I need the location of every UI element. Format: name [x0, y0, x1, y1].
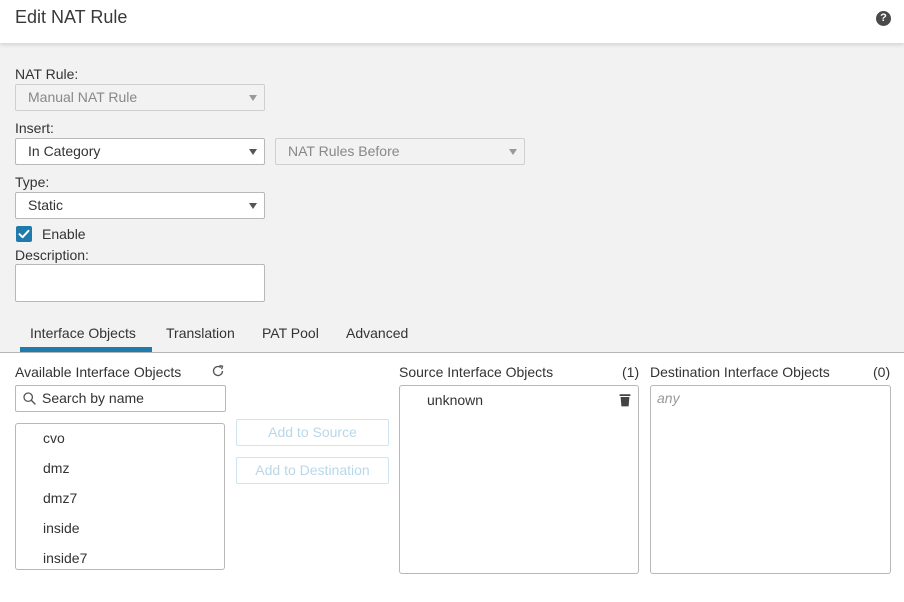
description-input[interactable]: [15, 264, 265, 302]
rule-form: NAT Rule: Manual NAT Rule Insert: In Cat…: [0, 43, 904, 353]
description-label: Description:: [15, 247, 89, 263]
type-select[interactable]: Static: [15, 192, 265, 219]
tab-pat-pool[interactable]: PAT Pool: [262, 325, 319, 341]
checkmark-icon: [18, 229, 30, 239]
enable-checkbox[interactable]: [16, 226, 32, 242]
search-input[interactable]: Search by name: [15, 385, 226, 412]
dialog-title: Edit NAT Rule: [15, 7, 128, 27]
enable-label[interactable]: Enable: [42, 226, 86, 242]
trash-icon[interactable]: [619, 393, 631, 407]
chevron-down-icon: [509, 149, 517, 155]
add-to-source-button[interactable]: Add to Source: [236, 419, 389, 446]
destination-objects-title: Destination Interface Objects: [650, 364, 830, 380]
insert-select-value: In Category: [28, 143, 101, 159]
tab-divider: [0, 352, 904, 353]
source-object-item[interactable]: unknown: [427, 392, 483, 408]
destination-placeholder: any: [657, 390, 680, 406]
available-objects-list[interactable]: cvo dmz dmz7 inside inside7: [15, 423, 225, 570]
tab-advanced[interactable]: Advanced: [346, 325, 408, 341]
nat-rule-select: Manual NAT Rule: [15, 84, 265, 111]
active-tab-indicator: [20, 347, 152, 352]
type-label: Type:: [15, 174, 50, 190]
insert-select[interactable]: In Category: [15, 138, 265, 165]
dialog-header: Edit NAT Rule ?: [0, 0, 904, 43]
help-icon[interactable]: ?: [876, 11, 891, 26]
destination-objects-list[interactable]: any: [650, 385, 891, 574]
tab-translation[interactable]: Translation: [166, 325, 235, 341]
source-objects-title: Source Interface Objects: [399, 364, 554, 380]
list-item[interactable]: inside: [43, 520, 80, 536]
list-item[interactable]: dmz: [43, 460, 69, 476]
search-placeholder: Search by name: [42, 390, 144, 406]
list-item[interactable]: inside7: [43, 550, 87, 566]
source-objects-list[interactable]: unknown: [399, 385, 639, 574]
tab-interface-objects[interactable]: Interface Objects: [30, 325, 136, 341]
insert-label: Insert:: [15, 120, 54, 136]
chevron-down-icon: [249, 95, 257, 101]
chevron-down-icon: [249, 149, 257, 155]
list-item[interactable]: cvo: [43, 430, 65, 446]
destination-objects-count: (0): [873, 364, 891, 380]
search-icon: [23, 392, 36, 405]
insert-position-select: NAT Rules Before: [275, 138, 525, 165]
insert-position-select-value: NAT Rules Before: [288, 143, 400, 159]
nat-rule-label: NAT Rule:: [15, 66, 79, 82]
refresh-icon[interactable]: [211, 364, 225, 378]
add-to-destination-button[interactable]: Add to Destination: [236, 457, 389, 484]
source-objects-count: (1): [622, 364, 640, 380]
list-item[interactable]: dmz7: [43, 490, 77, 506]
nat-rule-select-value: Manual NAT Rule: [28, 89, 138, 105]
available-objects-title: Available Interface Objects: [15, 364, 182, 380]
type-select-value: Static: [28, 197, 64, 213]
chevron-down-icon: [249, 203, 257, 209]
